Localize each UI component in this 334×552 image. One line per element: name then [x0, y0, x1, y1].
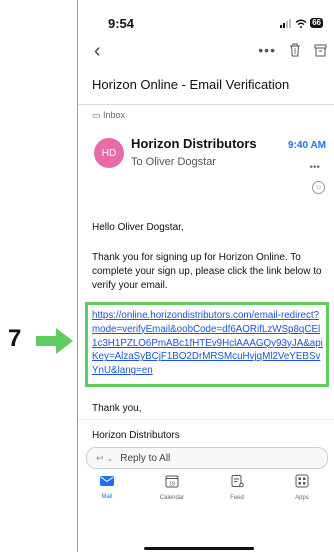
battery-icon: 66 [310, 18, 323, 28]
divider [78, 419, 334, 420]
bottom-tab-bar: Mail 19 Calendar Feed Apps [78, 474, 334, 552]
status-time: 9:54 [108, 16, 135, 31]
wifi-icon [295, 19, 307, 28]
reply-label: Reply to All [120, 452, 171, 464]
email-subject: Horizon Online - Email Verification [92, 77, 290, 92]
folder-icon: ▭ [92, 110, 101, 120]
reply-all-icon: ↩︎ [96, 452, 104, 463]
message-more-icon[interactable]: ••• [309, 162, 320, 173]
home-indicator [144, 547, 254, 550]
step-number: 7 [8, 325, 22, 352]
email-body-text: Thank you for signing up for Horizon Onl… [92, 252, 322, 291]
tab-label: Mail [101, 494, 113, 500]
trash-icon[interactable] [289, 43, 301, 57]
tab-apps[interactable]: Apps [277, 474, 327, 501]
back-chevron-icon[interactable]: ‹ [94, 40, 101, 62]
mail-icon [100, 476, 114, 486]
divider [78, 104, 334, 105]
email-signature: Horizon Distributors [92, 430, 180, 441]
apps-icon [295, 474, 309, 488]
avatar[interactable]: HD [94, 138, 124, 168]
email-greeting: Hello Oliver Dogstar, [92, 222, 184, 233]
more-options-icon[interactable]: ••• [258, 42, 276, 58]
archive-icon[interactable] [314, 44, 327, 57]
tab-label: Apps [295, 495, 309, 501]
email-thanks: Thank you, [92, 403, 142, 414]
calendar-day: 19 [169, 482, 175, 488]
recipient-line[interactable]: To Oliver Dogstar [131, 156, 216, 168]
calendar-icon: 19 [165, 475, 179, 488]
phone-screen: 9:54 66 ‹ ••• Horizon Online - Email Ver… [77, 0, 334, 552]
chevron-down-icon[interactable]: ⌄ [107, 454, 114, 463]
tab-label: Calendar [159, 495, 185, 501]
reaction-emoji-icon[interactable]: ☺ [312, 181, 325, 194]
reply-all-button[interactable]: ↩︎ ⌄ Reply to All [86, 447, 328, 469]
email-time: 9:40 AM [288, 140, 326, 151]
tab-feed[interactable]: Feed [212, 474, 262, 501]
signal-icon [280, 19, 292, 28]
tab-label: Feed [230, 495, 244, 501]
right-arrow-icon [36, 328, 73, 354]
tab-mail[interactable]: Mail [82, 474, 132, 500]
tab-calendar[interactable]: 19 Calendar [147, 474, 197, 501]
folder-label: ▭ Inbox [92, 110, 125, 121]
folder-name: Inbox [103, 110, 126, 120]
status-bar: 9:54 66 [78, 16, 334, 32]
sender-name[interactable]: Horizon Distributors [131, 136, 257, 151]
verification-link[interactable]: https://online.horizondistributors.com/e… [92, 309, 324, 378]
email-toolbar: ‹ ••• [78, 40, 334, 64]
feed-icon [231, 475, 244, 488]
